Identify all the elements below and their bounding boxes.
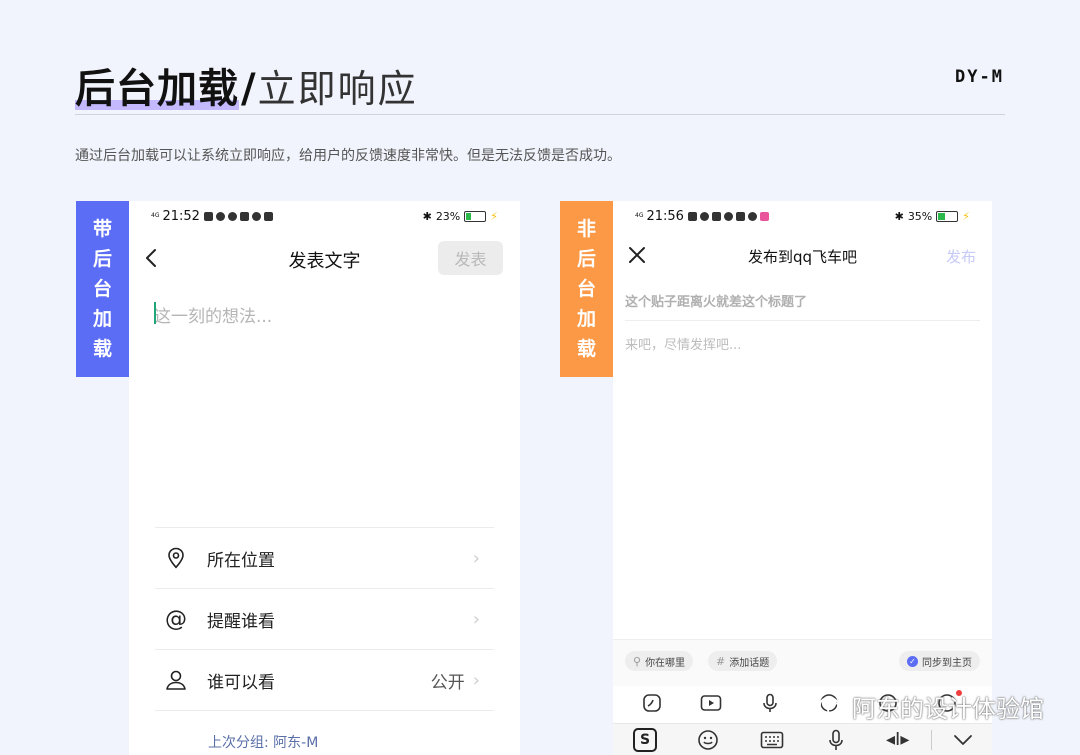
tag-char: 后 bbox=[92, 248, 112, 270]
post-title-input[interactable]: 这个贴子距离火就差这个标题了 bbox=[625, 291, 807, 310]
status-bar: 4G 21:56 ✱ 35% ⚡ bbox=[635, 208, 970, 224]
tag-char: 加 bbox=[92, 308, 112, 330]
page-title: 后台加载 / 立即响应 bbox=[75, 56, 418, 112]
qq-icon bbox=[215, 211, 225, 221]
title-slash: / bbox=[241, 66, 256, 112]
camera-icon bbox=[203, 211, 213, 221]
message-icon bbox=[747, 211, 757, 221]
status-time: 21:56 bbox=[646, 208, 684, 224]
chip-label: 添加话题 bbox=[729, 657, 770, 669]
post-content-input[interactable]: 来吧，尽情发挥吧... bbox=[625, 334, 741, 353]
check-icon: ✓ bbox=[907, 655, 918, 667]
watermark-text: 阿东的设计体验馆 bbox=[852, 695, 1044, 723]
charging-icon: ⚡ bbox=[490, 209, 498, 223]
battery-icon bbox=[936, 210, 959, 222]
tag-char: 台 bbox=[92, 278, 112, 300]
app-icon bbox=[239, 211, 249, 221]
topic-chip[interactable]: # 添加话题 bbox=[708, 651, 778, 671]
row-location[interactable]: 所在位置 › bbox=[155, 528, 494, 588]
row-label: 谁可以看 bbox=[207, 672, 275, 693]
tag-char: 后 bbox=[576, 248, 596, 270]
last-group-link[interactable]: 上次分组: 阿东-M bbox=[208, 732, 318, 752]
battery-percent: 23% bbox=[435, 209, 461, 223]
description-text: 通过后台加载可以让系统立即响应，给用户的反馈速度非常快。但是无法反馈是否成功。 bbox=[75, 148, 621, 164]
brand-logo: DY-M bbox=[955, 67, 1004, 87]
app-icon bbox=[263, 211, 273, 221]
visibility-value: 公开 bbox=[430, 672, 465, 693]
nav-title: 发布到qq飞车吧 bbox=[747, 248, 858, 266]
tag-char: 载 bbox=[576, 338, 596, 360]
text-caret bbox=[154, 302, 156, 324]
wechat-icon bbox=[819, 696, 845, 717]
divider bbox=[625, 320, 980, 321]
location-chip[interactable]: ⚲ 你在哪里 bbox=[625, 651, 694, 671]
divider bbox=[155, 710, 494, 711]
network-indicator: 4G bbox=[635, 212, 644, 219]
tag-char: 载 bbox=[92, 338, 112, 360]
sync-chip[interactable]: ✓ 同步到主页 bbox=[899, 651, 980, 671]
keyboard-icon[interactable] bbox=[760, 731, 784, 753]
chip-label: 你在哪里 bbox=[645, 657, 686, 669]
post-text-input[interactable]: 这一刻的想法... bbox=[154, 302, 272, 327]
keyboard-bar: S ◂I▸ bbox=[613, 723, 992, 755]
left-phone-screen: 4G 21:52 ✱ 23% ⚡ 发表文字 发表 这一刻的想法... 所在位置 … bbox=[129, 201, 520, 755]
row-label: 提醒谁看 bbox=[207, 611, 275, 632]
app-icon bbox=[759, 211, 769, 221]
location-pin-icon: ⚲ bbox=[633, 654, 642, 668]
camera-icon bbox=[687, 211, 697, 221]
chevron-right-icon: › bbox=[472, 608, 480, 630]
person-icon bbox=[161, 668, 191, 692]
app-icon bbox=[723, 211, 733, 221]
tag-char: 台 bbox=[576, 278, 596, 300]
location-pin-icon bbox=[161, 546, 191, 570]
row-visibility[interactable]: 谁可以看 公开 › bbox=[155, 650, 494, 710]
app-icon bbox=[251, 211, 261, 221]
emoji-icon[interactable] bbox=[697, 729, 719, 755]
watermark: 阿东的设计体验馆 bbox=[818, 689, 1044, 724]
page-title-bold: 后台加载 bbox=[75, 66, 239, 112]
bluetooth-icon: ✱ bbox=[894, 209, 904, 223]
hashtag-icon: # bbox=[716, 654, 726, 668]
app-icon bbox=[711, 211, 721, 221]
divider bbox=[931, 730, 932, 750]
chevron-right-icon: › bbox=[472, 669, 480, 691]
row-label: 所在位置 bbox=[207, 550, 275, 571]
battery-percent: 35% bbox=[907, 209, 933, 223]
at-icon: @ bbox=[165, 606, 187, 632]
tag-without-background-loading: 非 后 台 加 载 bbox=[560, 201, 613, 377]
charging-icon: ⚡ bbox=[962, 209, 970, 223]
app-icon bbox=[735, 211, 745, 221]
battery-icon bbox=[464, 210, 487, 222]
status-bar: 4G 21:52 ✱ 23% ⚡ bbox=[151, 208, 498, 224]
sogou-icon[interactable]: S bbox=[633, 728, 657, 752]
chip-bar: ⚲ 你在哪里 # 添加话题 ✓ 同步到主页 bbox=[613, 639, 992, 686]
tag-char: 加 bbox=[576, 308, 596, 330]
page-title-light: 立即响应 bbox=[257, 67, 418, 111]
tag-with-background-loading: 带 后 台 加 载 bbox=[76, 201, 129, 377]
weibo-icon bbox=[699, 211, 709, 221]
tag-char: 带 bbox=[92, 218, 112, 240]
cursor-icon[interactable]: ◂I▸ bbox=[886, 729, 909, 750]
mic-icon[interactable] bbox=[828, 729, 844, 755]
video-icon[interactable] bbox=[700, 692, 722, 714]
header-divider bbox=[75, 114, 1005, 115]
bluetooth-icon: ✱ bbox=[422, 209, 432, 223]
chip-label: 同步到主页 bbox=[922, 657, 972, 669]
status-time: 21:52 bbox=[162, 208, 200, 224]
right-phone-screen: 4G 21:56 ✱ 35% ⚡ 发布到qq飞车吧 发布 这个贴子距离火就差这个… bbox=[613, 201, 992, 755]
publish-button[interactable]: 发布 bbox=[946, 246, 976, 267]
row-mention[interactable]: @ 提醒谁看 › bbox=[155, 589, 494, 649]
chevron-down-icon[interactable] bbox=[953, 732, 973, 751]
mic-icon[interactable] bbox=[759, 692, 781, 714]
weibo-icon bbox=[227, 211, 237, 221]
tag-char: 非 bbox=[576, 218, 596, 240]
chevron-right-icon: › bbox=[472, 547, 480, 569]
sticker-icon[interactable] bbox=[641, 692, 663, 714]
network-indicator: 4G bbox=[151, 212, 160, 219]
publish-button[interactable]: 发表 bbox=[438, 241, 503, 275]
